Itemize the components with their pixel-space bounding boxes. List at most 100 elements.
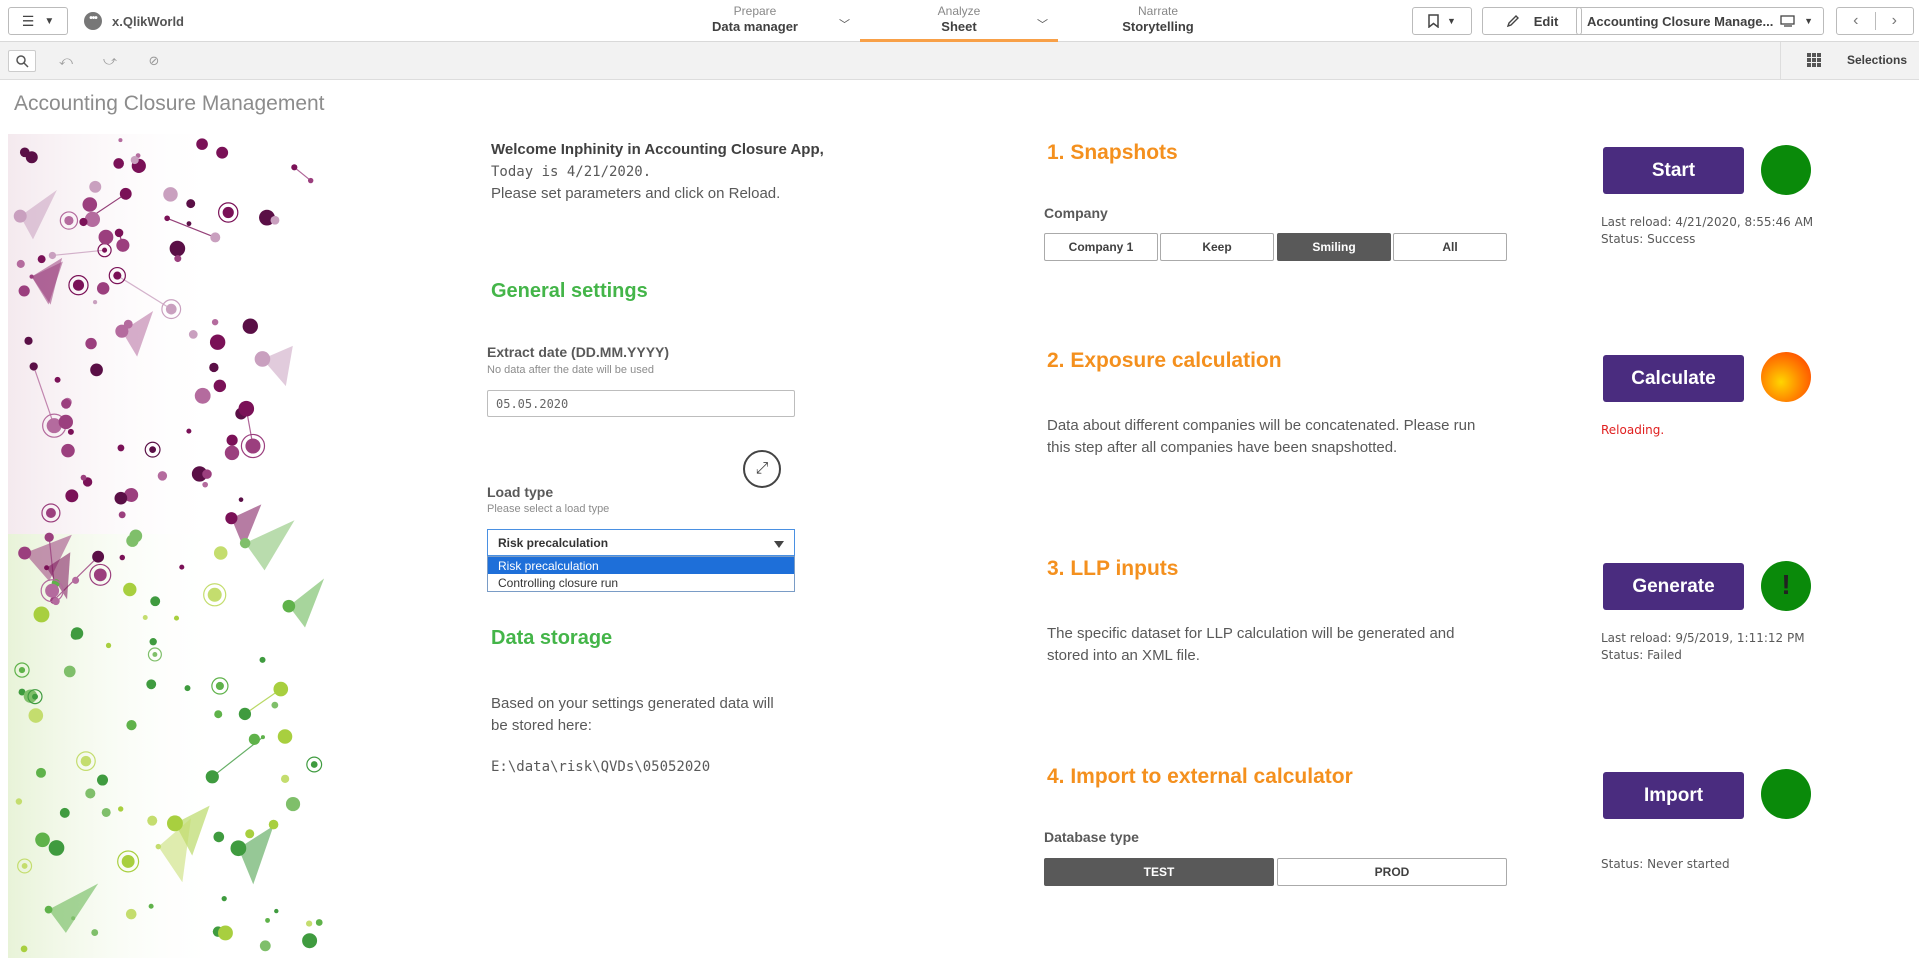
- network-node: [33, 606, 50, 623]
- bookmark-icon: [1428, 14, 1439, 28]
- step-forward-icon[interactable]: ⤻: [96, 50, 124, 72]
- extract-date-input[interactable]: 05.05.2020: [487, 390, 795, 417]
- company-option-all[interactable]: All: [1393, 233, 1507, 261]
- network-node: [79, 217, 88, 227]
- edit-button[interactable]: Edit: [1482, 7, 1582, 35]
- page-title: Accounting Closure Management: [14, 92, 325, 115]
- network-node: [72, 279, 85, 291]
- network-node: [85, 337, 97, 350]
- network-node: [20, 945, 28, 953]
- company-option-smiling[interactable]: Smiling: [1277, 233, 1391, 261]
- step1-status-text: Status: Success: [1601, 232, 1696, 246]
- load-option-risk-precalculation[interactable]: Risk precalculation: [488, 557, 794, 574]
- storage-text-line1: Based on your settings generated data wi…: [491, 695, 774, 712]
- sheet-icon: [1780, 15, 1795, 27]
- step3-desc-line2: stored into an XML file.: [1047, 647, 1200, 664]
- extract-date-sub: No data after the date will be used: [487, 364, 654, 376]
- selections-label: Selections: [1846, 53, 1907, 67]
- network-node: [174, 255, 182, 263]
- expand-icon[interactable]: ⤢: [743, 450, 781, 488]
- network-node: [213, 831, 225, 843]
- network-node: [186, 428, 192, 434]
- network-node: [188, 330, 198, 339]
- network-node: [21, 863, 28, 869]
- company-option-company-1[interactable]: Company 1: [1044, 233, 1158, 261]
- network-node: [186, 199, 196, 209]
- app-name[interactable]: ••• x.QlikWorld: [84, 12, 184, 30]
- network-node: [238, 707, 252, 721]
- network-node: [194, 387, 211, 404]
- network-node: [280, 774, 290, 783]
- chevron-down-icon[interactable]: ﹀: [1037, 16, 1048, 32]
- network-node: [315, 919, 323, 926]
- extract-date-label: Extract date (DD.MM.YYYY): [487, 344, 670, 360]
- network-node: [92, 550, 105, 563]
- network-node: [45, 583, 60, 598]
- network-node: [260, 735, 265, 740]
- load-type-label: Load type: [487, 484, 554, 500]
- network-node: [205, 770, 219, 784]
- selections-button[interactable]: Selections: [1806, 53, 1907, 67]
- network-node: [173, 615, 180, 621]
- network-node: [118, 511, 126, 519]
- network-node: [119, 187, 132, 200]
- import-button[interactable]: Import: [1603, 772, 1744, 819]
- step3-desc-line1: The specific dataset for LLP calculation…: [1047, 625, 1455, 642]
- previous-sheet-icon[interactable]: ‹: [1837, 12, 1876, 30]
- database-type-label: Database type: [1044, 829, 1139, 845]
- start-button[interactable]: Start: [1603, 147, 1744, 194]
- network-node: [93, 568, 107, 582]
- calculate-button[interactable]: Calculate: [1603, 355, 1744, 402]
- tab-analyze[interactable]: Analyze Sheet ﹀: [860, 0, 1058, 42]
- step-back-icon[interactable]: ⤺: [52, 50, 80, 72]
- smart-search-icon[interactable]: [8, 50, 36, 72]
- step4-heading: 4. Import to external calculator: [1047, 765, 1353, 788]
- network-node: [271, 701, 279, 709]
- tab-narrate-main: Storytelling: [1122, 19, 1194, 34]
- tab-analyze-sub: Analyze: [937, 4, 981, 18]
- network-node: [18, 666, 26, 674]
- more-options-icon: •••: [84, 12, 102, 30]
- network-node: [209, 362, 219, 373]
- generate-button[interactable]: Generate: [1603, 563, 1744, 610]
- load-option-controlling-closure-run[interactable]: Controlling closure run: [488, 574, 794, 591]
- network-node: [273, 681, 289, 697]
- tab-prepare-sub: Prepare: [733, 4, 777, 18]
- network-node: [207, 587, 222, 602]
- network-node: [18, 285, 30, 297]
- network-node: [230, 840, 247, 857]
- network-node: [84, 211, 101, 227]
- sheet-selector[interactable]: Accounting Closure Manage... ▼: [1576, 7, 1824, 35]
- network-node: [90, 363, 103, 377]
- network-node: [89, 180, 102, 193]
- network-node: [54, 376, 61, 383]
- network-node: [248, 733, 260, 745]
- network-node: [202, 481, 209, 488]
- global-menu-button[interactable]: ☰ ▼: [8, 7, 68, 35]
- network-node: [97, 774, 109, 786]
- load-type-select[interactable]: Risk precalculation: [487, 529, 795, 556]
- database-option-prod[interactable]: PROD: [1277, 858, 1507, 886]
- network-node: [157, 471, 168, 481]
- network-node: [67, 428, 74, 435]
- network-node: [242, 318, 258, 334]
- chevron-down-icon[interactable]: ﹀: [839, 16, 850, 32]
- network-node: [306, 920, 313, 927]
- network-node: [149, 638, 157, 646]
- tab-prepare[interactable]: Prepare Data manager ﹀: [700, 0, 850, 42]
- bookmarks-button[interactable]: ▼: [1412, 7, 1472, 35]
- database-option-test[interactable]: TEST: [1044, 858, 1274, 886]
- step2-desc-line1: Data about different companies will be c…: [1047, 417, 1476, 434]
- network-node: [167, 815, 183, 832]
- network-node: [152, 652, 158, 657]
- network-node: [32, 693, 38, 700]
- load-type-sub: Please select a load type: [487, 503, 610, 515]
- clear-selections-icon[interactable]: ⊘: [140, 50, 168, 72]
- network-node: [37, 255, 46, 264]
- network-node: [71, 916, 76, 921]
- company-option-keep[interactable]: Keep: [1160, 233, 1274, 261]
- network-node: [245, 438, 261, 454]
- next-sheet-icon[interactable]: ›: [1876, 12, 1914, 30]
- tab-narrate[interactable]: Narrate Storytelling: [1108, 0, 1208, 42]
- network-node: [214, 710, 223, 719]
